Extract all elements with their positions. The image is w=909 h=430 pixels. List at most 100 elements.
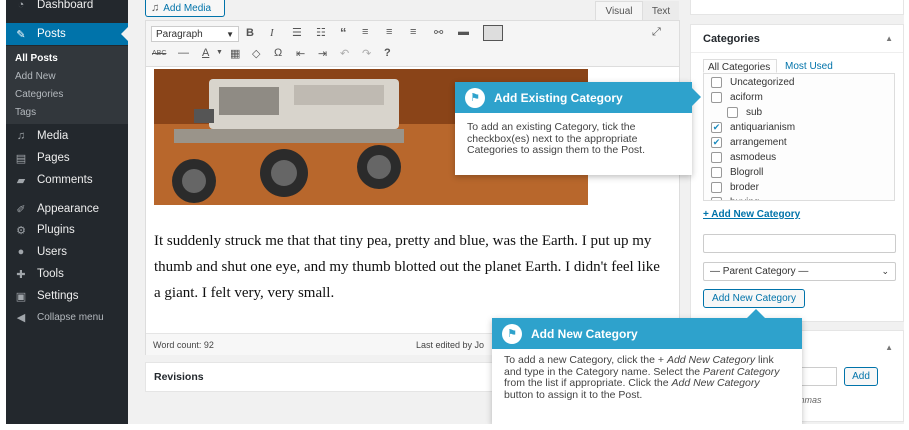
category-item[interactable]: ✔ antiquarianism (711, 122, 795, 133)
align-center-icon[interactable]: ≡ (386, 26, 392, 38)
tag-input[interactable] (799, 367, 837, 386)
category-item[interactable]: broder (711, 182, 759, 193)
link-icon[interactable]: ⚯ (434, 26, 443, 39)
add-new-category-button[interactable]: Add New Category (703, 289, 805, 308)
settings-icon: ▣ (15, 290, 27, 303)
word-count: Word count: 92 (153, 340, 214, 350)
align-left-icon[interactable]: ≡ (362, 26, 368, 38)
redo-icon[interactable]: ↷ (362, 47, 371, 60)
category-checkbox[interactable] (711, 152, 722, 163)
menu-label: Posts (37, 28, 66, 40)
tab-all-categories[interactable]: All Categories (703, 59, 777, 73)
pointer-text: button to assign it to the Post. (504, 388, 643, 401)
categories-title: Categories (703, 32, 760, 45)
chevron-down-icon[interactable]: ▼ (216, 49, 223, 56)
horizontal-line-icon[interactable]: — (178, 47, 189, 59)
category-checkbox-checked[interactable]: ✔ (711, 137, 722, 148)
menu-item-dashboard[interactable]: ◔ Dashboard (6, 0, 128, 16)
tab-most-used[interactable]: Most Used (783, 60, 835, 73)
indent-icon[interactable]: ⇥ (318, 47, 327, 60)
submenu-all-posts[interactable]: All Posts (15, 53, 58, 64)
post-editor: Paragraph ▼ B I ☰ ☷ “ ≡ ≡ ≡ ⚯ ▬ ⤢ ABC — … (145, 20, 680, 355)
toolbar-toggle-icon[interactable] (483, 25, 503, 41)
editor-toolbar: Paragraph ▼ B I ☰ ☷ “ ≡ ≡ ≡ ⚯ ▬ ⤢ ABC — … (146, 21, 679, 67)
menu-label: Users (37, 246, 68, 258)
add-media-button[interactable]: ♫ Add Media (145, 0, 225, 17)
undo-icon[interactable]: ↶ (340, 47, 349, 60)
pointer-text: To add a new Category, click the + (504, 354, 667, 366)
format-select[interactable]: Paragraph ▼ (151, 26, 239, 42)
menu-label: Comments (37, 174, 93, 186)
category-item[interactable]: ✔ arrangement (711, 137, 787, 148)
outdent-icon[interactable]: ⇤ (296, 47, 305, 60)
submenu-tags[interactable]: Tags (15, 107, 36, 118)
tab-visual[interactable]: Visual (595, 1, 643, 21)
fullscreen-icon[interactable]: ⤢ (652, 26, 661, 39)
category-item[interactable]: Uncategorized (711, 77, 794, 88)
add-new-category-pointer: ⚑ Add New Category To add a new Category… (492, 309, 802, 424)
category-checkbox[interactable] (711, 182, 722, 193)
category-label: asmodeus (730, 152, 777, 163)
italic-icon[interactable]: I (270, 27, 274, 39)
tab-text[interactable]: Text (643, 1, 679, 21)
clear-formatting-icon[interactable]: ◇ (252, 47, 260, 60)
collapse-arrow-icon[interactable]: ▲ (885, 343, 893, 352)
categories-header[interactable]: Categories ▲ (691, 25, 903, 53)
submenu-categories[interactable]: Categories (15, 89, 63, 100)
post-body-text[interactable]: It suddenly struck me that that tiny pea… (154, 228, 669, 306)
align-right-icon[interactable]: ≡ (410, 26, 416, 38)
help-icon[interactable]: ? (384, 47, 391, 59)
add-tag-button[interactable]: Add (844, 367, 878, 386)
category-checkbox[interactable] (711, 167, 722, 178)
menu-item-appearance[interactable]: ✐ Appearance (6, 198, 128, 220)
special-character-icon[interactable]: Ω (274, 47, 282, 59)
collapse-icon: ◀ (16, 311, 26, 324)
menu-item-users[interactable]: ● Users (6, 241, 128, 263)
menu-item-settings[interactable]: ▣ Settings (6, 285, 128, 307)
menu-item-tools[interactable]: ✚ Tools (6, 263, 128, 285)
add-new-category-link[interactable]: + Add New Category (703, 209, 800, 220)
category-label: arrangement (730, 137, 787, 148)
menu-item-pages[interactable]: ▤ Pages (6, 147, 128, 169)
flag-icon: ⚑ (502, 323, 522, 344)
category-item[interactable]: sub (727, 107, 762, 118)
flag-icon: ⚑ (465, 87, 485, 108)
submenu-add-new[interactable]: Add New (15, 71, 56, 82)
bold-icon[interactable]: B (246, 27, 254, 39)
category-item[interactable]: asmodeus (711, 152, 776, 163)
plugins-icon: ⚙ (16, 224, 26, 237)
category-checkbox[interactable] (711, 77, 722, 88)
posts-submenu: All Posts Add New Categories Tags (6, 46, 128, 124)
categories-box: Categories ▲ All Categories Most Used Un… (690, 24, 904, 322)
paste-text-icon[interactable]: ▦ (230, 47, 240, 60)
parent-category-select[interactable]: — Parent Category — ⌄ (703, 262, 896, 281)
category-checkbox[interactable] (727, 107, 738, 118)
new-category-input[interactable] (703, 234, 896, 253)
category-label: buying (730, 197, 759, 200)
category-item[interactable]: buying (711, 197, 759, 200)
menu-item-comments[interactable]: ▰ Comments (6, 169, 128, 191)
category-checkbox[interactable] (711, 92, 722, 103)
collapse-arrow-icon[interactable]: ▲ (885, 34, 893, 43)
category-checkbox-checked[interactable]: ✔ (711, 122, 722, 133)
category-item[interactable]: aciform (711, 92, 763, 103)
category-label: Uncategorized (730, 77, 795, 88)
menu-item-collapse[interactable]: ◀ Collapse menu (6, 306, 128, 328)
menu-item-media[interactable]: ♫ Media (6, 125, 128, 147)
category-label: broder (730, 182, 759, 193)
read-more-icon[interactable]: ▬ (458, 26, 469, 38)
menu-label: Tools (37, 268, 64, 280)
menu-item-posts[interactable]: ✎ Posts (6, 23, 128, 45)
menu-item-plugins[interactable]: ⚙ Plugins (6, 219, 128, 241)
blockquote-icon[interactable]: “ (340, 25, 347, 40)
category-checkbox[interactable] (711, 197, 722, 200)
category-checklist: Uncategorized aciform sub ✔ antiquariani… (703, 73, 895, 201)
strikethrough-icon[interactable]: ABC (152, 50, 166, 57)
category-item[interactable]: Blogroll (711, 167, 763, 178)
text-color-icon[interactable]: A (202, 47, 209, 59)
pointer-body: To add a new Category, click the + Add N… (492, 349, 802, 407)
media-icon: ♫ (16, 130, 26, 142)
bullet-list-icon[interactable]: ☰ (292, 26, 302, 39)
pointer-text-em: Add New Category (666, 354, 756, 366)
numbered-list-icon[interactable]: ☷ (316, 26, 326, 39)
